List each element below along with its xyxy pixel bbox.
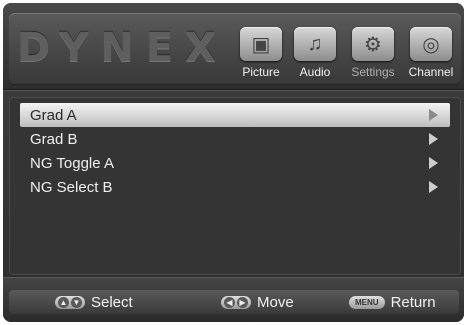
hint-return-label: Return xyxy=(390,294,436,311)
arrow-right-icon xyxy=(429,109,438,121)
tab-channel-label: Channel xyxy=(408,65,454,79)
menu-list: Grad A Grad B NG Toggle A NG Select B xyxy=(9,97,461,275)
tab-picture[interactable]: ▣ Picture xyxy=(231,27,291,91)
arrow-right-icon xyxy=(429,157,438,169)
menu-item-grad-b[interactable]: Grad B xyxy=(20,127,450,151)
hint-move-label: Move xyxy=(257,294,294,311)
dynex-logo: DYNEX xyxy=(17,25,228,71)
hint-select-label: Select xyxy=(91,294,133,311)
hint-select: ▲ ▼ Select xyxy=(55,294,133,311)
tab-channel[interactable]: ◎ Channel xyxy=(401,27,461,91)
tab-settings[interactable]: ⚙ Settings xyxy=(343,27,403,91)
menu-item-label: NG Select B xyxy=(30,178,113,196)
hint-move: ◀ ▶ Move xyxy=(221,294,294,311)
brand-panel: DYNEX ▣ Picture ♫ Audio ⚙ Settings ◎ Cha… xyxy=(9,13,461,85)
menu-item-label: Grad B xyxy=(30,130,78,148)
button-hint-bar: ▲ ▼ Select ◀ ▶ Move MENU Return xyxy=(3,277,464,322)
tab-settings-label: Settings xyxy=(351,65,395,79)
menu-header: DYNEX ▣ Picture ♫ Audio ⚙ Settings ◎ Cha… xyxy=(3,3,464,90)
tv-menu-frame: DYNEX ▣ Picture ♫ Audio ⚙ Settings ◎ Cha… xyxy=(3,3,464,322)
audio-icon: ♫ xyxy=(294,27,336,61)
settings-menu: Grad A Grad B NG Toggle A NG Select B xyxy=(3,90,464,277)
tab-audio-label: Audio xyxy=(299,65,331,79)
menu-item-ng-select-b[interactable]: NG Select B xyxy=(20,175,450,199)
picture-icon: ▣ xyxy=(240,27,282,61)
hint-strip: ▲ ▼ Select ◀ ▶ Move MENU Return xyxy=(9,290,459,314)
settings-icon: ⚙ xyxy=(352,27,394,61)
menu-item-ng-toggle-a[interactable]: NG Toggle A xyxy=(20,151,450,175)
arrow-right-icon xyxy=(429,133,438,145)
channel-icon: ◎ xyxy=(410,27,452,61)
menu-item-label: Grad A xyxy=(30,106,77,124)
tab-audio[interactable]: ♫ Audio xyxy=(285,27,345,91)
menu-item-grad-a[interactable]: Grad A xyxy=(20,103,450,127)
menu-key-icon: MENU xyxy=(349,296,385,309)
arrow-right-icon xyxy=(429,181,438,193)
tab-picture-label: Picture xyxy=(242,65,280,79)
menu-item-label: NG Toggle A xyxy=(30,154,114,172)
left-right-arrows-icon: ◀ ▶ xyxy=(221,296,251,309)
hint-return: MENU Return xyxy=(349,294,436,311)
up-down-arrows-icon: ▲ ▼ xyxy=(55,296,85,309)
